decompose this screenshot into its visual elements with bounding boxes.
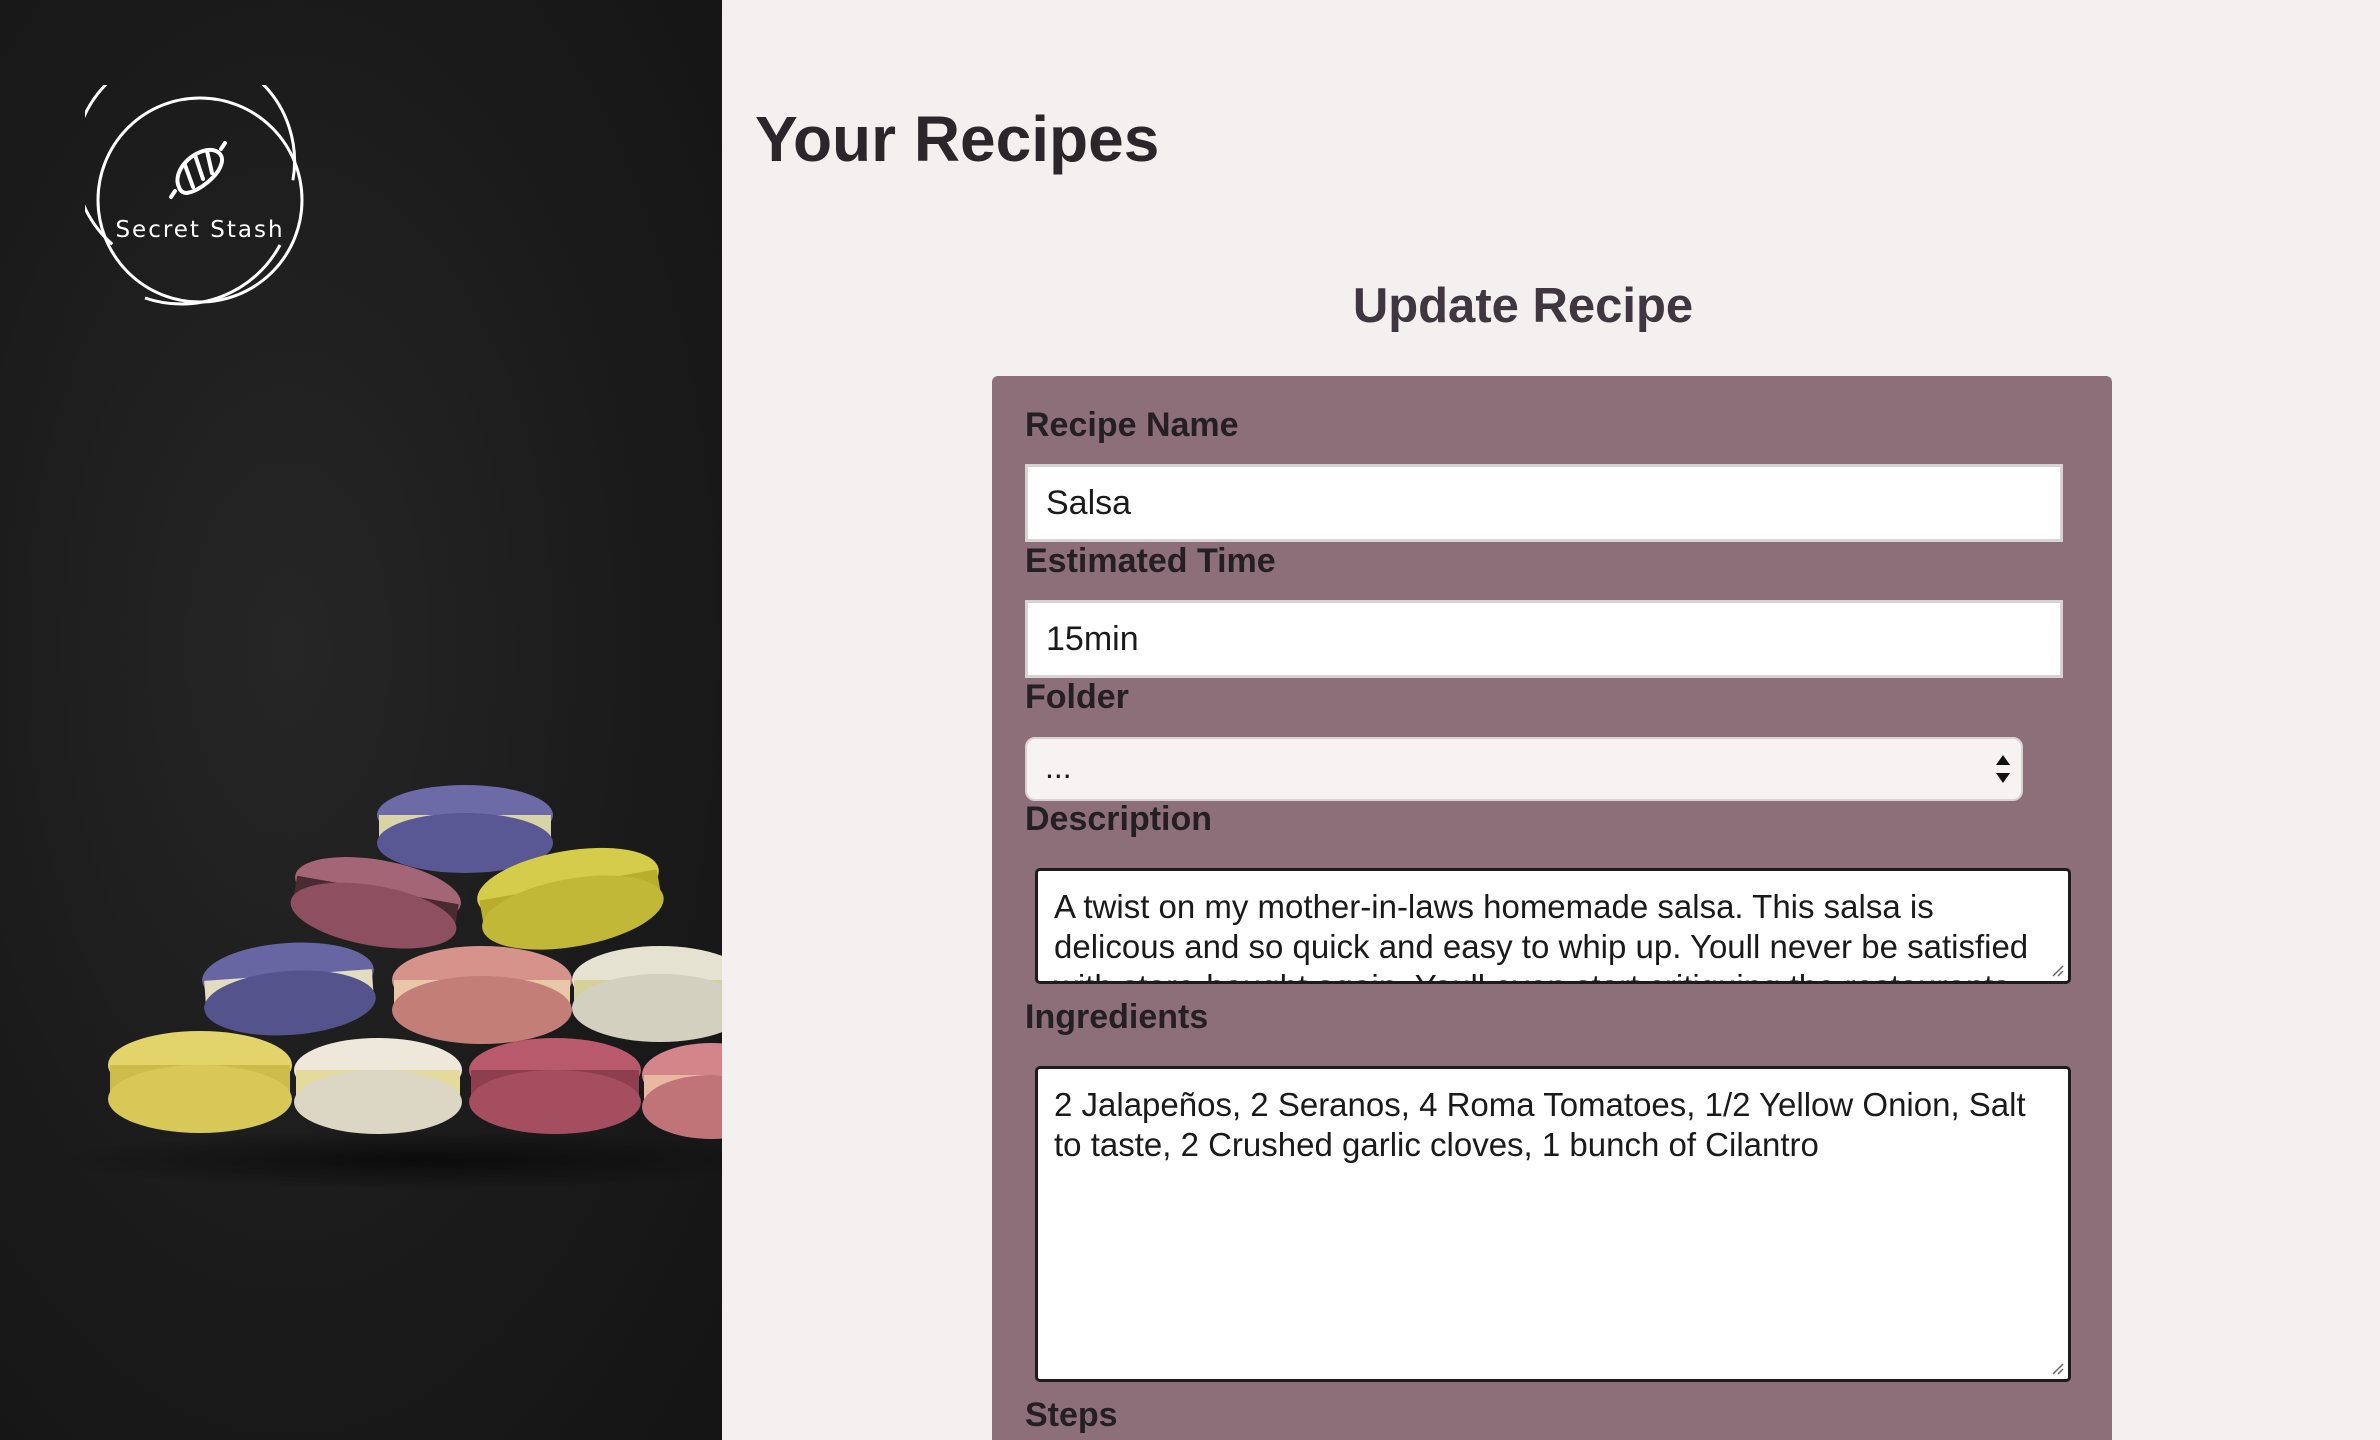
folder-label: Folder: [1025, 678, 1129, 716]
croissant-icon: [169, 141, 227, 199]
main-content: Your Recipes Update Recipe Recipe Name E…: [722, 0, 2380, 1440]
sidebar: Secret Stash: [0, 0, 722, 1440]
recipe-name-label: Recipe Name: [1025, 406, 1239, 444]
macarons-image: [60, 785, 722, 1190]
recipe-name-input[interactable]: [1025, 464, 2063, 542]
description-text: A twist on my mother-in-laws homemade sa…: [1054, 888, 2029, 981]
folder-select[interactable]: ...: [1025, 737, 2023, 801]
folder-select-value: ...: [1045, 749, 1072, 785]
resize-grip-icon[interactable]: [2048, 1359, 2064, 1375]
page: Secret Stash Your Recipes Update Recipe …: [0, 0, 2380, 1440]
description-label: Description: [1025, 800, 1213, 838]
select-arrows-icon: [1996, 755, 2010, 783]
estimated-time-input[interactable]: [1025, 600, 2063, 678]
update-recipe-form: Recipe Name Estimated Time Folder ... De…: [992, 376, 2112, 1440]
resize-grip-icon[interactable]: [2048, 961, 2064, 977]
steps-label: Steps: [1025, 1396, 1118, 1434]
ingredients-text: 2 Jalapeños, 2 Seranos, 4 Roma Tomatoes,…: [1054, 1086, 2026, 1163]
form-title: Update Recipe: [1352, 279, 1694, 333]
page-title: Your Recipes: [755, 103, 1160, 175]
estimated-time-label: Estimated Time: [1025, 542, 1276, 580]
logo[interactable]: Secret Stash: [73, 49, 315, 315]
ingredients-textarea[interactable]: 2 Jalapeños, 2 Seranos, 4 Roma Tomatoes,…: [1035, 1066, 2071, 1382]
ingredients-label: Ingredients: [1025, 998, 1209, 1036]
logo-text: Secret Stash: [115, 217, 285, 243]
description-textarea[interactable]: A twist on my mother-in-laws homemade sa…: [1035, 868, 2071, 984]
